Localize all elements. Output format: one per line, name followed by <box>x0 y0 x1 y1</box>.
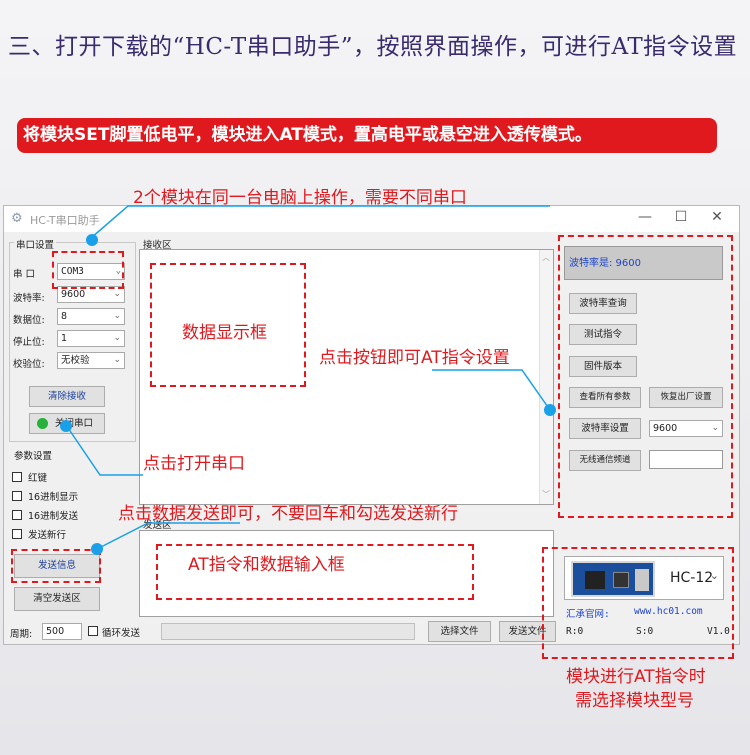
stopbits-select[interactable]: 1 ⌄ <box>57 330 125 347</box>
annotation-at-input: AT指令和数据输入框 <box>188 555 345 575</box>
minimize-button[interactable]: — <box>633 209 657 225</box>
at-buttons-highlight-box <box>558 235 733 518</box>
chevron-up-icon: ︿ <box>542 253 550 262</box>
loop-send-label: 循环发送 <box>102 628 141 639</box>
parity-label: 校验位: <box>13 359 45 370</box>
baud-label: 波特率: <box>13 293 45 304</box>
annotation-select-model-line2: 需选择模块型号 <box>575 691 694 711</box>
period-label: 周期: <box>10 629 33 640</box>
chevron-down-icon: ⌄ <box>113 311 121 321</box>
maximize-button[interactable]: ☐ <box>669 209 693 225</box>
parity-select[interactable]: 无校验 ⌄ <box>57 352 125 369</box>
checkbox-label-hex-display: 16进制显示 <box>28 492 79 503</box>
annotation-open-port: 点击打开串口 <box>143 454 245 474</box>
chevron-down-icon: ⌄ <box>113 355 121 365</box>
pointer-dot-at-buttons <box>544 404 556 416</box>
checkbox-label-new-line: 发送新行 <box>28 530 67 541</box>
databits-value: 8 <box>61 311 68 322</box>
port-highlight-box <box>52 251 124 289</box>
stopbits-label: 停止位: <box>13 337 45 348</box>
page-heading: 三、打开下载的“HC-T串口助手”，按照界面操作，可进行AT指令设置 <box>8 34 738 60</box>
checkbox-hex-send[interactable] <box>12 510 22 520</box>
file-path-field[interactable] <box>161 623 415 640</box>
pointer-dot-send <box>91 543 103 555</box>
checkbox-new-line[interactable] <box>12 529 22 539</box>
pointer-dot-port <box>86 234 98 246</box>
loop-send-checkbox[interactable] <box>88 626 98 636</box>
choose-file-button[interactable]: 选择文件 <box>428 621 491 642</box>
title-bar: ⚙ HC-T串口助手 — ☐ ✕ <box>4 206 739 232</box>
annotation-send-data: 点击数据发送即可，不要回车和勾选发送新行 <box>118 504 458 524</box>
mode-banner: 将模块SET脚置低电平，模块进入AT模式，置高电平或悬空进入透传模式。 <box>17 118 717 153</box>
stopbits-value: 1 <box>61 333 68 344</box>
clear-receive-button[interactable]: 清除接收 <box>29 386 105 407</box>
clear-send-button[interactable]: 清空发送区 <box>14 587 100 611</box>
pointer-dot-close-port <box>60 420 72 432</box>
chevron-down-icon: ⌄ <box>113 289 121 299</box>
checkbox-hex-display[interactable] <box>12 491 22 501</box>
status-led-icon <box>37 418 48 429</box>
module-highlight-box <box>542 547 734 659</box>
checkbox-label-hex-send: 16进制发送 <box>28 511 79 522</box>
send-highlight-box <box>11 549 101 583</box>
chevron-down-icon: ⌄ <box>113 333 121 343</box>
close-button[interactable]: ✕ <box>705 209 729 225</box>
param-group-label: 参数设置 <box>14 451 53 462</box>
parity-value: 无校验 <box>61 355 90 366</box>
chevron-down-icon: ﹀ <box>542 490 550 499</box>
gear-icon: ⚙ <box>11 211 23 226</box>
checkbox-label-red-key: 红键 <box>28 473 48 484</box>
period-input[interactable]: 500 <box>42 623 82 640</box>
annotation-select-model-line1: 模块进行AT指令时 <box>566 667 706 687</box>
port-label: 串 口 <box>13 269 36 280</box>
annotation-data-display: 数据显示框 <box>182 323 267 343</box>
databits-select[interactable]: 8 ⌄ <box>57 308 125 325</box>
receive-scrollbar[interactable]: ︿ ﹀ <box>539 250 553 504</box>
serial-group-label: 串口设置 <box>14 237 57 251</box>
window-title: HC-T串口助手 <box>30 214 100 227</box>
checkbox-red-key[interactable] <box>12 472 22 482</box>
annotation-click-button-at: 点击按钮即可AT指令设置 <box>319 348 510 368</box>
databits-label: 数据位: <box>13 315 45 326</box>
baud-value: 9600 <box>61 289 86 300</box>
